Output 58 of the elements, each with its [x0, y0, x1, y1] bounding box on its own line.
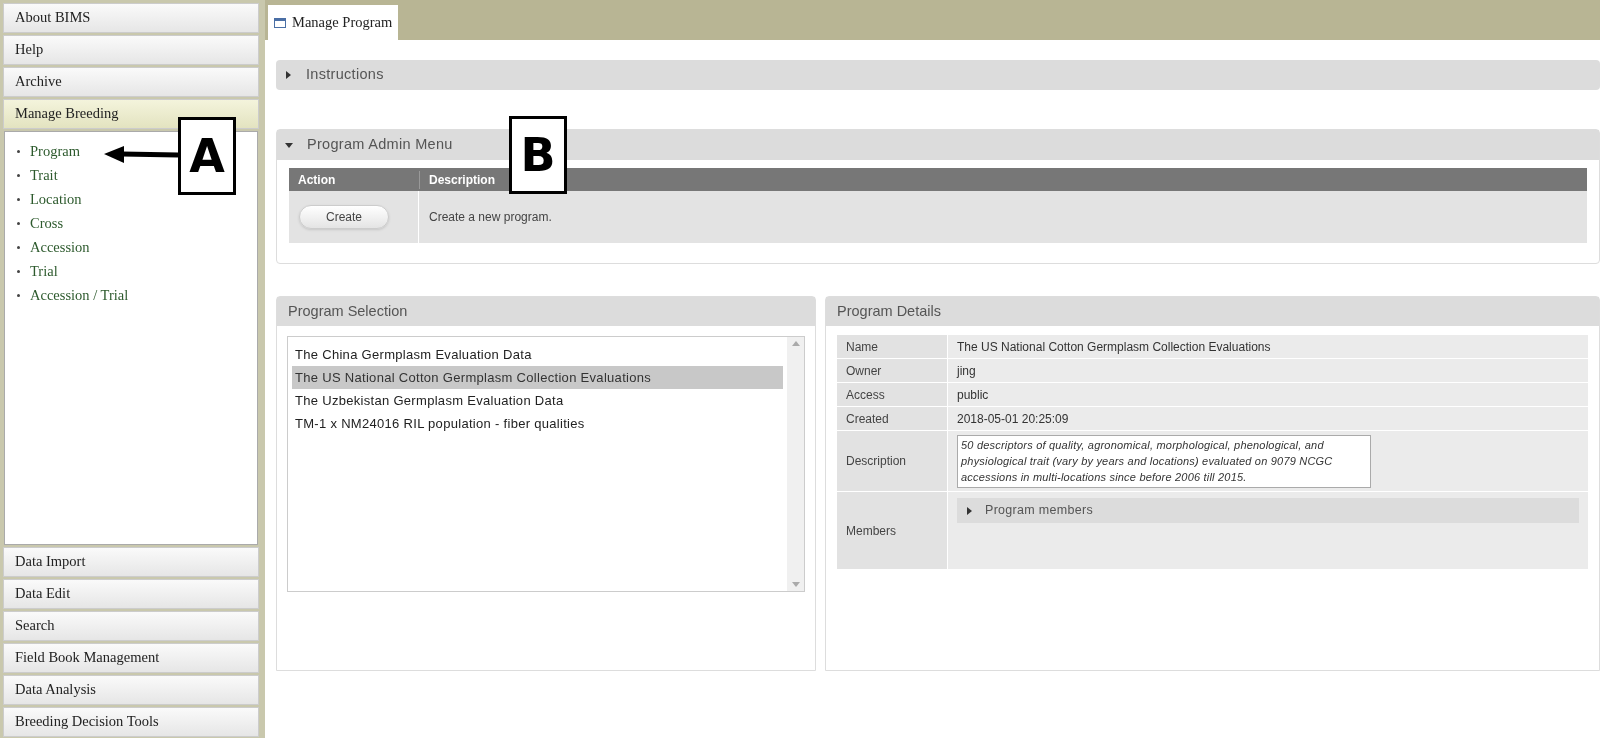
detail-label: Members [837, 492, 948, 569]
create-button[interactable]: Create [299, 205, 389, 229]
list-option[interactable]: TM-1 x NM24016 RIL population - fiber qualities [292, 412, 783, 435]
sidebar-section-header[interactable]: Search [3, 611, 259, 641]
sidebar-section-header[interactable]: About BIMS [3, 3, 259, 33]
detail-label: Created [837, 407, 948, 430]
sidebar-link[interactable]: Program [30, 140, 80, 163]
detail-label: Owner [837, 359, 948, 382]
detail-label: Access [837, 383, 948, 406]
table-cell-text: Create a new program. [428, 209, 553, 226]
sidebar-section-header[interactable]: Data Import [3, 547, 259, 577]
caret-right-icon [284, 71, 292, 79]
collapsible-header[interactable]: Program members [957, 498, 1579, 523]
sidebar-link[interactable]: Accession / Trial [30, 284, 129, 307]
bullet-icon [17, 222, 20, 225]
description-field[interactable]: 50 descriptors of quality, agronomical, morphological, phenological, and physiological trait (vary by years and locations) evaluated on 9079 NCGC accessions in multi-locations since before 2006 till 2015. [957, 434, 1371, 488]
sidebar-section-header[interactable]: Field Book Management [3, 643, 259, 673]
sidebar-section-header[interactable]: Archive [3, 67, 259, 97]
sidebar-section-header[interactable]: Data Edit [3, 579, 259, 609]
list-option[interactable]: The China Germplasm Evaluation Data [292, 343, 783, 366]
detail-value: jing [957, 362, 976, 380]
sidebar-link[interactable]: Trait [30, 164, 58, 187]
detail-value: public [957, 386, 989, 404]
sidebar-link[interactable]: Location [30, 188, 82, 211]
callout-label: B [509, 116, 567, 194]
detail-value: The US National Cotton Germplasm Collection Evaluations [957, 338, 1271, 356]
list-option[interactable]: The Uzbekistan Germplasm Evaluation Data [292, 389, 783, 412]
scrollbar[interactable] [787, 337, 804, 591]
scroll-down-icon[interactable] [791, 582, 800, 587]
bullet-icon [17, 270, 20, 273]
sidebar-link[interactable]: Accession [30, 236, 90, 259]
bullet-icon [17, 246, 20, 249]
sidebar-link[interactable]: Cross [30, 212, 64, 235]
detail-label: Description [837, 431, 948, 491]
sidebar-section-header[interactable]: Breeding Decision Tools [3, 707, 259, 737]
bullet-icon [17, 174, 20, 177]
detail-label: Name [837, 335, 948, 358]
panel-header: Program Details [826, 297, 1599, 326]
window-icon [274, 17, 286, 28]
sidebar-section-header[interactable]: Manage Breeding [3, 99, 259, 129]
tab[interactable]: Manage Program [268, 5, 399, 40]
column-header: Description [419, 170, 504, 189]
column-header: Action [297, 171, 337, 189]
bullet-icon [17, 150, 20, 153]
sidebar-section-header[interactable]: Help [3, 35, 259, 65]
sidebar-section-header[interactable]: Data Analysis [3, 675, 259, 705]
bullet-icon [17, 198, 20, 201]
caret-down-icon [285, 141, 293, 149]
program-list[interactable]: The China Germplasm Evaluation Data The US National Cotton Germplasm Collection Evaluations The Uzbekistan Germplasm Evaluation Data TM-1 x NM24016 RIL population - fiber qualities [287, 336, 805, 592]
list-option[interactable]: The US National Cotton Germplasm Collection Evaluations [292, 366, 783, 389]
collapsible-header[interactable]: Instructions [276, 60, 1600, 90]
detail-value: 2018-05-01 20:25:09 [957, 410, 1069, 428]
panel-header: Program Selection [277, 297, 815, 326]
callout-label: A [178, 117, 236, 195]
scroll-up-icon[interactable] [791, 341, 800, 346]
caret-right-icon [965, 506, 973, 515]
bullet-icon [17, 294, 20, 297]
sidebar-link[interactable]: Trial [30, 260, 58, 283]
